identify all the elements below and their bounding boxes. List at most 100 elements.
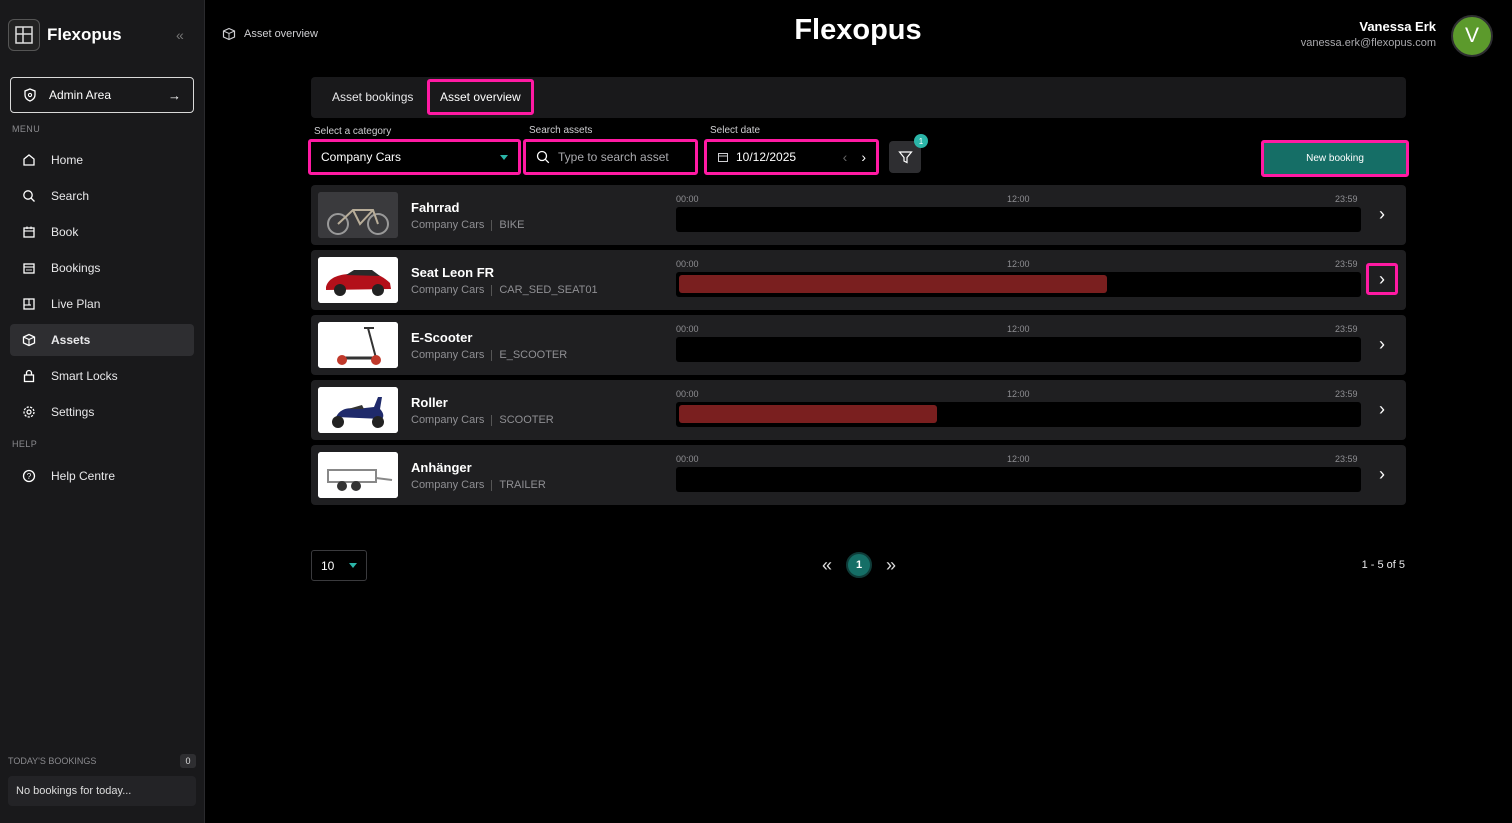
asset-category: Company Cars <box>411 219 485 231</box>
category-label: Select a category <box>314 126 392 137</box>
timeline-end-label: 23:59 <box>1335 389 1358 399</box>
user-name: Vanessa Erk <box>1359 19 1436 34</box>
row-open-button[interactable]: › <box>1366 393 1398 425</box>
sidebar-item-book[interactable]: Book <box>10 216 194 248</box>
asset-meta: Company Cars BIKE <box>411 219 524 231</box>
sidebar-item-help-centre[interactable]: ? Help Centre <box>10 460 194 492</box>
timeline-end-label: 23:59 <box>1335 259 1358 269</box>
sidebar-item-label: Assets <box>51 333 91 347</box>
chevron-down-icon <box>349 563 357 568</box>
asset-meta: Company Cars CAR_SED_SEAT01 <box>411 284 598 296</box>
avatar[interactable]: V <box>1451 15 1493 57</box>
brand-name: Flexopus <box>47 25 122 44</box>
sidebar-item-bookings[interactable]: Bookings <box>10 252 194 284</box>
chevron-right-icon: › <box>1379 463 1385 484</box>
date-label: Select date <box>710 125 761 136</box>
per-page-select[interactable]: 10 <box>311 550 367 581</box>
pagination-range: 1 - 5 of 5 <box>1361 559 1405 571</box>
new-booking-button[interactable]: New booking <box>1261 140 1409 177</box>
booking-bar[interactable] <box>679 405 938 423</box>
category-select[interactable]: Company Cars <box>308 139 521 175</box>
flexopus-logo-icon <box>8 19 40 51</box>
asset-code: TRAILER <box>499 479 546 491</box>
booking-timeline[interactable] <box>676 207 1361 232</box>
asset-image-scooter <box>318 387 398 433</box>
tab-asset-overview[interactable]: Asset overview <box>427 79 534 115</box>
booking-timeline[interactable] <box>676 272 1361 297</box>
asset-meta: Company Cars SCOOTER <box>411 414 554 426</box>
booking-timeline[interactable] <box>676 337 1361 362</box>
date-picker[interactable]: 10/12/2025 ‹ › <box>704 139 879 175</box>
timeline-end-label: 23:59 <box>1335 454 1358 464</box>
asset-code: E_SCOOTER <box>499 349 568 361</box>
booking-timeline[interactable] <box>676 402 1361 427</box>
sidebar-item-smart-locks[interactable]: Smart Locks <box>10 360 194 392</box>
filter-icon <box>897 150 913 165</box>
sidebar-item-label: Book <box>51 225 79 239</box>
sidebar-item-search[interactable]: Search <box>10 180 194 212</box>
page-title: Flexopus <box>794 14 922 46</box>
todays-bookings-label: TODAY'S BOOKINGS <box>8 756 97 766</box>
asset-image-bike <box>318 192 398 238</box>
admin-area-label: Admin Area <box>49 88 112 102</box>
last-page-icon[interactable]: » <box>886 555 896 576</box>
sidebar-item-live-plan[interactable]: Live Plan <box>10 288 194 320</box>
row-open-button[interactable]: › <box>1366 328 1398 360</box>
asset-image-e-scooter <box>318 322 398 368</box>
asset-image-trailer <box>318 452 398 498</box>
collapse-sidebar-icon[interactable]: « <box>176 27 184 43</box>
brand[interactable]: Flexopus <box>8 18 122 52</box>
timeline-start-label: 00:00 <box>676 259 699 269</box>
box-icon <box>21 332 37 348</box>
row-open-button[interactable]: › <box>1366 198 1398 230</box>
row-open-button[interactable]: › <box>1366 458 1398 490</box>
row-open-button[interactable]: › <box>1366 263 1398 295</box>
asset-name: Roller <box>411 395 448 410</box>
asset-code: SCOOTER <box>499 414 554 426</box>
chevron-down-icon <box>500 154 508 160</box>
table-row[interactable]: E-Scooter Company Cars E_SCOOTER 00:00 12… <box>311 315 1406 375</box>
chevron-right-icon: › <box>1379 333 1385 354</box>
previous-day-icon[interactable]: ‹ <box>843 149 848 165</box>
booking-timeline[interactable] <box>676 467 1361 492</box>
table-row[interactable]: Anhänger Company Cars TRAILER 00:00 12:00… <box>311 445 1406 505</box>
date-value: 10/12/2025 <box>736 150 797 164</box>
table-row[interactable]: Seat Leon FR Company Cars CAR_SED_SEAT01 … <box>311 250 1406 310</box>
search-input[interactable]: Type to search asset <box>523 139 698 175</box>
user-email: vanessa.erk@flexopus.com <box>1300 37 1436 49</box>
asset-name: Seat Leon FR <box>411 265 495 280</box>
shield-icon <box>23 88 37 102</box>
asset-category: Company Cars <box>411 349 485 361</box>
timeline-mid-label: 12:00 <box>1007 259 1030 269</box>
asset-category: Company Cars <box>411 284 485 296</box>
calendar-icon <box>717 151 729 163</box>
help-circle-icon: ? <box>21 468 37 484</box>
sidebar-item-home[interactable]: Home <box>10 144 194 176</box>
first-page-icon[interactable]: « <box>822 555 832 576</box>
breadcrumb-label: Asset overview <box>244 28 318 40</box>
filter-count-badge: 1 <box>914 134 928 148</box>
asset-name: Anhänger <box>411 460 472 475</box>
sidebar-item-settings[interactable]: Settings <box>10 396 194 428</box>
table-row[interactable]: Roller Company Cars SCOOTER 00:00 12:00 2… <box>311 380 1406 440</box>
table-row[interactable]: Fahrrad Company Cars BIKE 00:00 12:00 23:… <box>311 185 1406 245</box>
user-info[interactable]: Vanessa Erk vanessa.erk@flexopus.com <box>1301 19 1436 49</box>
asset-name: Fahrrad <box>411 200 460 215</box>
page-number[interactable]: 1 <box>846 552 873 578</box>
search-placeholder: Type to search asset <box>558 150 669 164</box>
sidebar-item-assets[interactable]: Assets <box>10 324 194 356</box>
asset-category: Company Cars <box>411 414 485 426</box>
timeline-start-label: 00:00 <box>676 324 699 334</box>
calendar-plus-icon <box>21 224 37 240</box>
booking-bar[interactable] <box>679 275 1107 293</box>
chevron-right-icon: › <box>1379 268 1385 289</box>
calendar-icon <box>21 260 37 276</box>
next-day-icon[interactable]: › <box>861 149 866 165</box>
asset-code: CAR_SED_SEAT01 <box>499 284 598 296</box>
category-value: Company Cars <box>321 150 402 164</box>
search-icon <box>536 150 550 164</box>
sidebar-item-label: Smart Locks <box>51 369 118 383</box>
todays-bookings-header: TODAY'S BOOKINGS 0 <box>8 754 196 768</box>
admin-area-button[interactable]: Admin Area → <box>10 77 194 113</box>
tab-asset-bookings[interactable]: Asset bookings <box>322 79 423 115</box>
